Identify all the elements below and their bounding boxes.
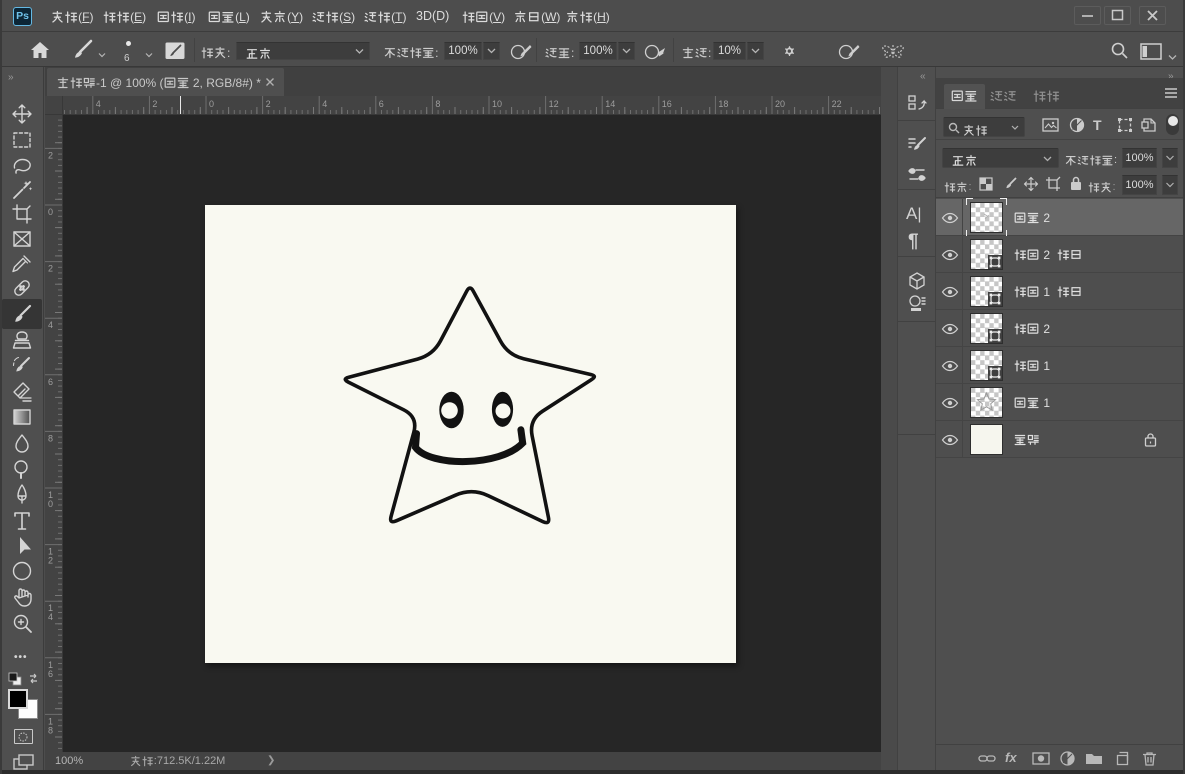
svg-text:18: 18	[718, 99, 728, 109]
svg-text:0: 0	[209, 99, 214, 109]
svg-text:22: 22	[832, 99, 842, 109]
svg-text:8: 8	[48, 433, 53, 443]
svg-text:8: 8	[48, 725, 53, 735]
svg-text:4: 4	[96, 99, 101, 109]
svg-text:6: 6	[48, 377, 53, 387]
svg-text:4: 4	[48, 612, 53, 622]
svg-text:4: 4	[322, 99, 327, 109]
svg-text:16: 16	[662, 99, 672, 109]
svg-text:14: 14	[605, 99, 615, 109]
svg-text:8: 8	[435, 99, 440, 109]
svg-text:2: 2	[266, 99, 271, 109]
svg-text:2: 2	[152, 99, 157, 109]
svg-text:20: 20	[775, 99, 785, 109]
svg-text:2: 2	[48, 264, 53, 274]
svg-text:6: 6	[379, 99, 384, 109]
svg-text:6: 6	[48, 669, 53, 679]
svg-text:4: 4	[48, 320, 53, 330]
svg-text:12: 12	[549, 99, 559, 109]
svg-text:2: 2	[48, 556, 53, 566]
svg-text:0: 0	[48, 499, 53, 509]
svg-text:0: 0	[48, 207, 53, 217]
svg-text:10: 10	[492, 99, 502, 109]
svg-text:2: 2	[48, 150, 53, 160]
